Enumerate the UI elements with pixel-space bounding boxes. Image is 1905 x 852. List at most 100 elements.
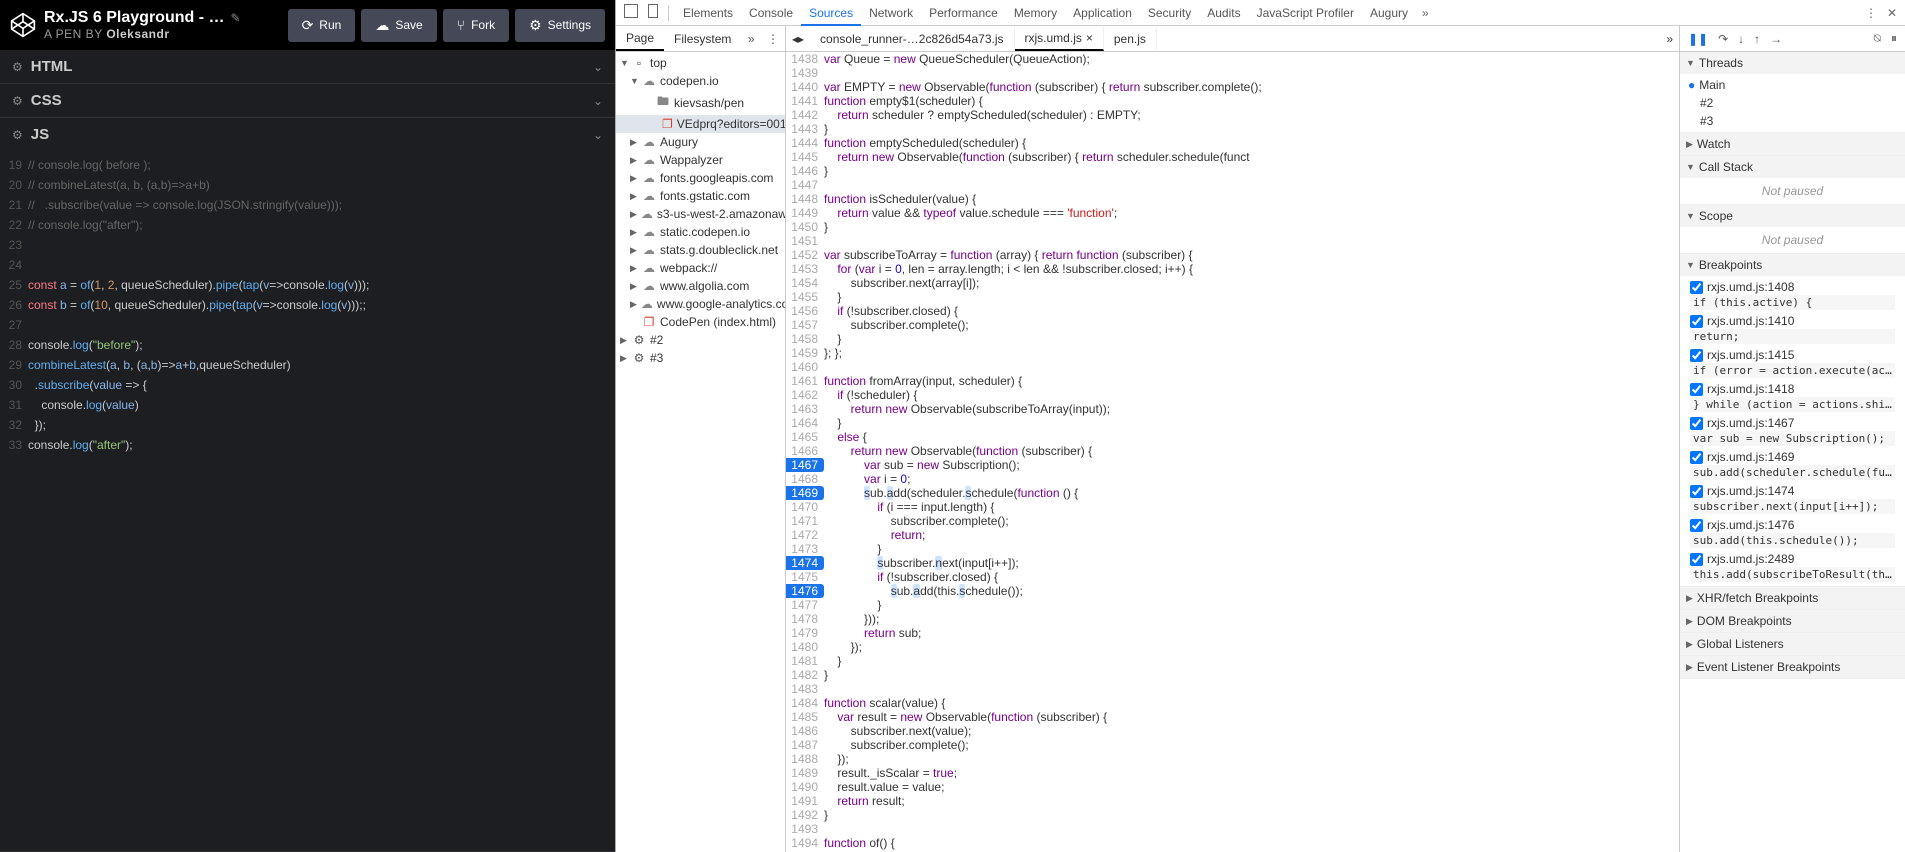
- source-gutter[interactable]: 1438: [786, 52, 824, 66]
- source-gutter[interactable]: 1464: [786, 416, 824, 430]
- source-line[interactable]: 1488 });: [786, 752, 1679, 766]
- tree-item[interactable]: ▼▫top: [616, 54, 785, 72]
- source-line[interactable]: 1448function isScheduler(value) {: [786, 192, 1679, 206]
- source-gutter[interactable]: 1473: [786, 542, 824, 556]
- source-gutter[interactable]: 1463: [786, 402, 824, 416]
- source-line[interactable]: 1489 result._isScalar = true;: [786, 766, 1679, 780]
- source-line[interactable]: 1466 return new Observable(function (sub…: [786, 444, 1679, 458]
- source-line[interactable]: 1476 sub.add(this.schedule());: [786, 584, 1679, 598]
- tree-item[interactable]: ▶☁Wappalyzer: [616, 151, 785, 169]
- settings-button[interactable]: ⚙Settings: [515, 9, 605, 42]
- source-gutter[interactable]: 1454: [786, 276, 824, 290]
- source-line[interactable]: 1474 subscriber.next(input[i++]);: [786, 556, 1679, 570]
- source-gutter[interactable]: 1492: [786, 808, 824, 822]
- pen-title[interactable]: Rx.JS 6 Playground - …: [44, 9, 224, 26]
- source-line[interactable]: 1487 subscriber.complete();: [786, 738, 1679, 752]
- more-tabs-icon[interactable]: »: [1418, 4, 1433, 22]
- source-gutter[interactable]: 1446: [786, 164, 824, 178]
- editor-line[interactable]: 20// combineLatest(a, b, (a,b)=>a+b): [0, 175, 615, 195]
- source-line[interactable]: 1492}: [786, 808, 1679, 822]
- source-gutter[interactable]: 1490: [786, 780, 824, 794]
- html-section-header[interactable]: ⚙ HTML ⌄: [0, 50, 615, 83]
- source-gutter[interactable]: 1485: [786, 710, 824, 724]
- source-gutter[interactable]: 1494: [786, 836, 824, 850]
- source-line[interactable]: 1490 result.value = value;: [786, 780, 1679, 794]
- editor-line[interactable]: 33console.log("after");: [0, 435, 615, 455]
- close-tab-icon[interactable]: ×: [1086, 31, 1093, 45]
- editor-line[interactable]: 19// console.log( before );: [0, 155, 615, 175]
- source-gutter[interactable]: 1474: [786, 556, 824, 570]
- deactivate-bp-icon[interactable]: ⍉: [1874, 31, 1881, 46]
- breakpoint-checkbox[interactable]: [1690, 383, 1703, 396]
- source-line[interactable]: 1447: [786, 178, 1679, 192]
- source-line[interactable]: 1457 subscriber.complete();: [786, 318, 1679, 332]
- devtools-tab-network[interactable]: Network: [861, 2, 921, 24]
- source-gutter[interactable]: 1469: [786, 486, 824, 500]
- source-line[interactable]: 1460: [786, 360, 1679, 374]
- source-line[interactable]: 1477 }: [786, 598, 1679, 612]
- breakpoint-item[interactable]: rxjs.umd.js:1474subscriber.next(input[i+…: [1684, 482, 1901, 516]
- dom-header[interactable]: ▶DOM Breakpoints: [1680, 610, 1905, 632]
- run-button[interactable]: ⟳Run: [288, 9, 356, 42]
- source-gutter[interactable]: 1449: [786, 206, 824, 220]
- source-code[interactable]: 1438var Queue = new QueueScheduler(Queue…: [786, 52, 1679, 852]
- tree-item[interactable]: ▶⚙#3: [616, 349, 785, 367]
- editor-line[interactable]: 26const b = of(10, queueScheduler).pipe(…: [0, 295, 615, 315]
- source-gutter[interactable]: 1472: [786, 528, 824, 542]
- devtools-tab-elements[interactable]: Elements: [675, 2, 741, 24]
- breakpoint-checkbox[interactable]: [1690, 485, 1703, 498]
- tree-item[interactable]: ❐VEdprq?editors=0011: [616, 115, 785, 133]
- source-gutter[interactable]: 1478: [786, 612, 824, 626]
- tree-item[interactable]: ▼☁codepen.io: [616, 72, 785, 90]
- source-line[interactable]: 1438var Queue = new QueueScheduler(Queue…: [786, 52, 1679, 66]
- source-gutter[interactable]: 1480: [786, 640, 824, 654]
- editor-line[interactable]: 32 });: [0, 415, 615, 435]
- source-gutter[interactable]: 1450: [786, 220, 824, 234]
- thread-item[interactable]: #2: [1684, 94, 1901, 112]
- source-gutter[interactable]: 1477: [786, 598, 824, 612]
- file-tab[interactable]: console_runner-…2c826d54a73.js: [810, 28, 1014, 50]
- tree-item[interactable]: ▶☁fonts.gstatic.com: [616, 187, 785, 205]
- source-line[interactable]: 1445 return new Observable(function (sub…: [786, 150, 1679, 164]
- source-gutter[interactable]: 1467: [786, 458, 824, 472]
- source-line[interactable]: 1473 }: [786, 542, 1679, 556]
- chevron-down-icon[interactable]: ⌄: [593, 128, 603, 142]
- source-line[interactable]: 1451: [786, 234, 1679, 248]
- source-gutter[interactable]: 1475: [786, 570, 824, 584]
- inspect-icon[interactable]: [620, 2, 642, 23]
- tree-item[interactable]: ▶⚙#2: [616, 331, 785, 349]
- watch-header[interactable]: ▶Watch: [1680, 133, 1905, 155]
- devtools-tab-memory[interactable]: Memory: [1006, 2, 1065, 24]
- source-gutter[interactable]: 1459: [786, 346, 824, 360]
- source-gutter[interactable]: 1461: [786, 374, 824, 388]
- source-gutter[interactable]: 1452: [786, 248, 824, 262]
- devtools-tab-console[interactable]: Console: [741, 2, 801, 24]
- editor-line[interactable]: 21// .subscribe(value => console.log(JSO…: [0, 195, 615, 215]
- file-tab[interactable]: pen.js: [1104, 28, 1157, 50]
- gl-header[interactable]: ▶Global Listeners: [1680, 633, 1905, 655]
- source-gutter[interactable]: 1455: [786, 290, 824, 304]
- tree-item[interactable]: ▶☁static.codepen.io: [616, 223, 785, 241]
- source-line[interactable]: 1455 }: [786, 290, 1679, 304]
- source-gutter[interactable]: 1488: [786, 752, 824, 766]
- source-tree[interactable]: ▼▫top▼☁codepen.io🖿kievsash/pen❐VEdprq?ed…: [616, 52, 785, 852]
- breakpoint-item[interactable]: rxjs.umd.js:1476sub.add(this.schedule())…: [1684, 516, 1901, 550]
- source-line[interactable]: 1442 return scheduler ? emptyScheduled(s…: [786, 108, 1679, 122]
- source-line[interactable]: 1475 if (!subscriber.closed) {: [786, 570, 1679, 584]
- file-tab-active[interactable]: rxjs.umd.js ×: [1015, 27, 1104, 51]
- step-out-icon[interactable]: ↑: [1754, 32, 1760, 46]
- source-line[interactable]: 1484function scalar(value) {: [786, 696, 1679, 710]
- breakpoint-item[interactable]: rxjs.umd.js:1418} while (action = action…: [1684, 380, 1901, 414]
- breakpoint-checkbox[interactable]: [1690, 553, 1703, 566]
- subtab-filesystem[interactable]: Filesystem: [664, 28, 741, 50]
- breakpoint-item[interactable]: rxjs.umd.js:1469sub.add(scheduler.schedu…: [1684, 448, 1901, 482]
- gear-icon[interactable]: ⚙: [12, 60, 23, 74]
- source-line[interactable]: 1463 return new Observable(subscribeToAr…: [786, 402, 1679, 416]
- close-devtools-icon[interactable]: ✕: [1883, 4, 1901, 22]
- kebab-menu-icon[interactable]: ⋮: [1861, 4, 1881, 22]
- source-line[interactable]: 1467 var sub = new Subscription();: [786, 458, 1679, 472]
- source-line[interactable]: 1444function emptyScheduled(scheduler) {: [786, 136, 1679, 150]
- source-line[interactable]: 1493: [786, 822, 1679, 836]
- js-editor[interactable]: 19// console.log( before );20// combineL…: [0, 151, 615, 851]
- source-gutter[interactable]: 1462: [786, 388, 824, 402]
